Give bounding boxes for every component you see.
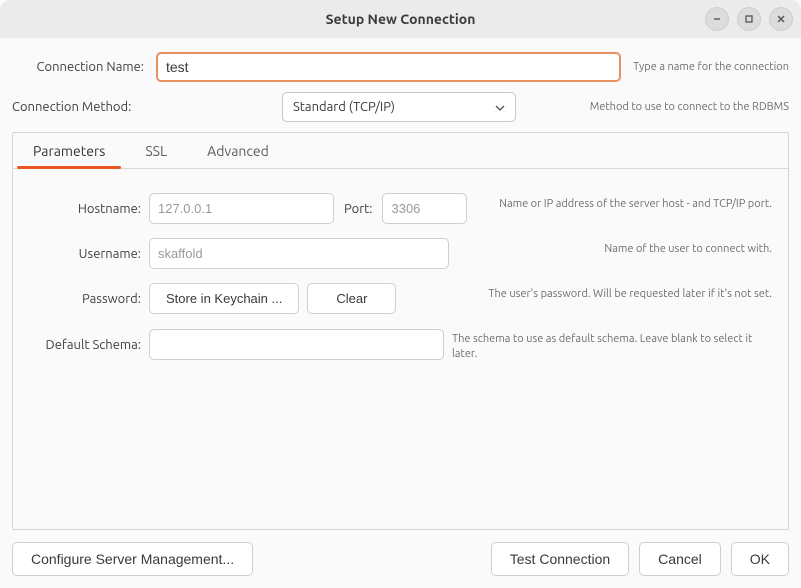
cancel-button[interactable]: Cancel — [639, 542, 721, 576]
password-label: Password: — [29, 292, 141, 306]
minimize-icon — [712, 14, 722, 24]
close-icon — [776, 14, 786, 24]
default-schema-label: Default Schema: — [29, 338, 141, 352]
window-controls — [705, 7, 793, 31]
port-input[interactable] — [382, 193, 467, 224]
password-row: Password: Store in Keychain ... Clear Th… — [29, 283, 772, 314]
chevron-down-icon — [495, 100, 505, 114]
tab-ssl[interactable]: SSL — [125, 133, 187, 168]
connection-method-hint: Method to use to connect to the RDBMS — [584, 101, 789, 113]
username-hint: Name of the user to connect with. — [604, 238, 772, 257]
username-row: Username: Name of the user to connect wi… — [29, 238, 772, 269]
connection-name-hint: Type a name for the connection — [627, 61, 789, 73]
port-label: Port: — [342, 202, 374, 216]
titlebar: Setup New Connection — [0, 0, 801, 38]
maximize-icon — [744, 14, 754, 24]
clear-password-button[interactable]: Clear — [307, 283, 396, 314]
test-connection-button[interactable]: Test Connection — [491, 542, 629, 576]
password-hint: The user's password. Will be requested l… — [488, 283, 772, 302]
window-title: Setup New Connection — [326, 11, 476, 27]
connection-name-row: Connection Name: Type a name for the con… — [12, 52, 789, 82]
footer: Configure Server Management... Test Conn… — [0, 530, 801, 588]
connection-method-label: Connection Method: — [12, 100, 150, 114]
hostname-row: Hostname: Port: Name or IP address of th… — [29, 193, 772, 224]
connection-method-row: Connection Method: Standard (TCP/IP) Met… — [12, 92, 789, 122]
content-area: Connection Name: Type a name for the con… — [0, 38, 801, 530]
store-keychain-button[interactable]: Store in Keychain ... — [149, 283, 299, 314]
close-button[interactable] — [769, 7, 793, 31]
username-label: Username: — [29, 247, 141, 261]
minimize-button[interactable] — [705, 7, 729, 31]
default-schema-input[interactable] — [149, 329, 444, 360]
connection-method-select[interactable]: Standard (TCP/IP) — [282, 92, 516, 122]
default-schema-row: Default Schema: The schema to use as def… — [29, 328, 772, 362]
configure-server-button[interactable]: Configure Server Management... — [12, 542, 253, 576]
hostname-label: Hostname: — [29, 202, 141, 216]
tab-advanced[interactable]: Advanced — [187, 133, 289, 168]
username-input[interactable] — [149, 238, 449, 269]
tabs-head: Parameters SSL Advanced — [13, 133, 788, 169]
connection-name-label: Connection Name: — [12, 60, 150, 74]
tabs-container: Parameters SSL Advanced Hostname: Port: … — [12, 132, 789, 530]
connection-name-input[interactable] — [156, 52, 621, 82]
connection-method-value: Standard (TCP/IP) — [293, 100, 395, 114]
ok-button[interactable]: OK — [731, 542, 789, 576]
hostname-input[interactable] — [149, 193, 334, 224]
default-schema-hint: The schema to use as default schema. Lea… — [452, 328, 772, 362]
tab-parameters[interactable]: Parameters — [13, 133, 125, 168]
tab-body-parameters: Hostname: Port: Name or IP address of th… — [13, 169, 788, 529]
hostname-hint: Name or IP address of the server host - … — [499, 193, 772, 212]
maximize-button[interactable] — [737, 7, 761, 31]
